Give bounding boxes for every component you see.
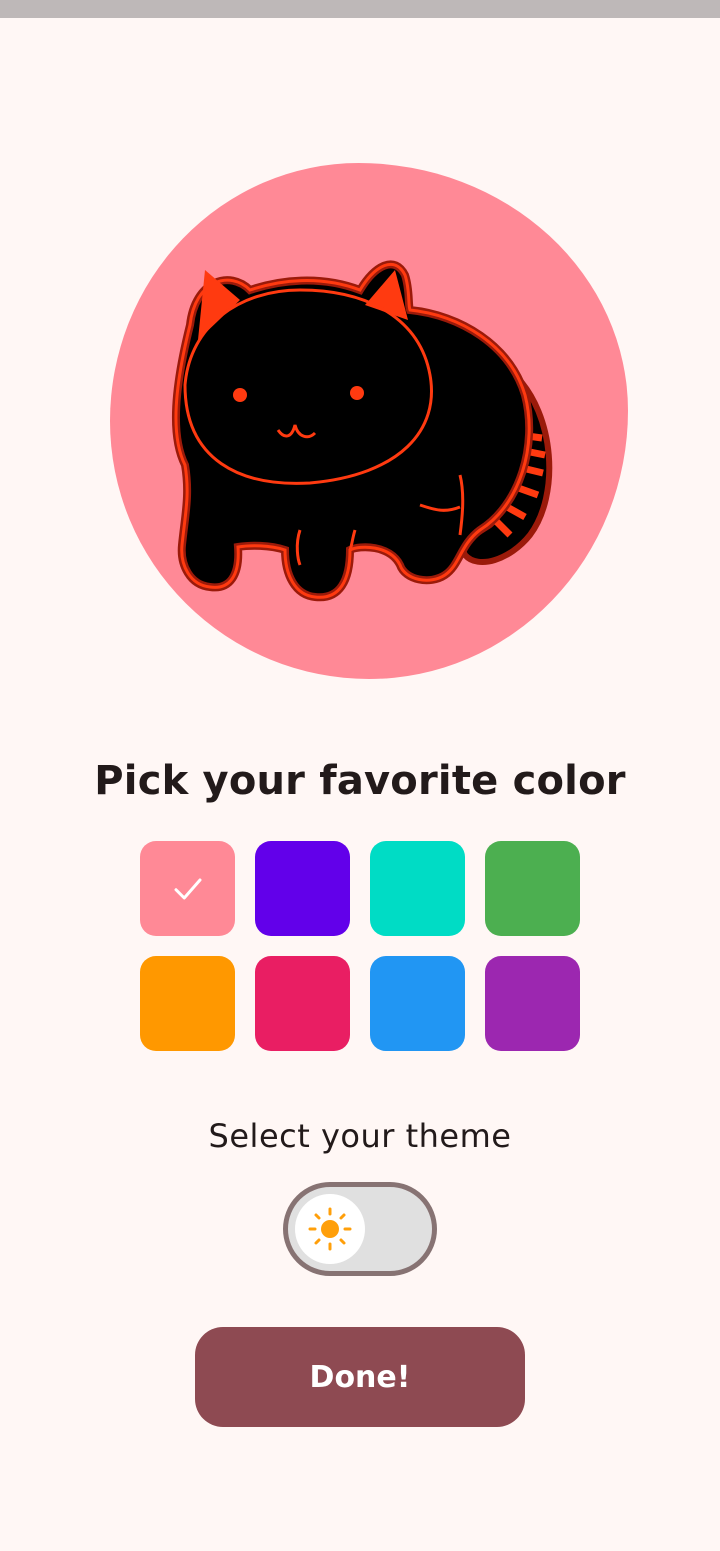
toggle-thumb [295, 1194, 365, 1264]
page-title: Pick your favorite color [94, 758, 626, 804]
color-swatch-grid [140, 841, 580, 1051]
theme-toggle[interactable] [283, 1182, 437, 1276]
status-bar [0, 0, 720, 18]
sun-icon [308, 1207, 352, 1251]
done-button[interactable]: Done! [195, 1327, 525, 1427]
color-swatch-purple[interactable] [255, 841, 350, 936]
color-swatch-green[interactable] [485, 841, 580, 936]
color-swatch-pink[interactable] [140, 841, 235, 936]
color-swatch-orange[interactable] [140, 956, 235, 1051]
black-cat-icon [171, 260, 553, 602]
color-swatch-violet[interactable] [485, 956, 580, 1051]
color-swatch-crimson[interactable] [255, 956, 350, 1051]
theme-label: Select your theme [208, 1117, 512, 1155]
color-swatch-teal[interactable] [370, 841, 465, 936]
color-swatch-blue[interactable] [370, 956, 465, 1051]
check-icon [174, 878, 201, 899]
